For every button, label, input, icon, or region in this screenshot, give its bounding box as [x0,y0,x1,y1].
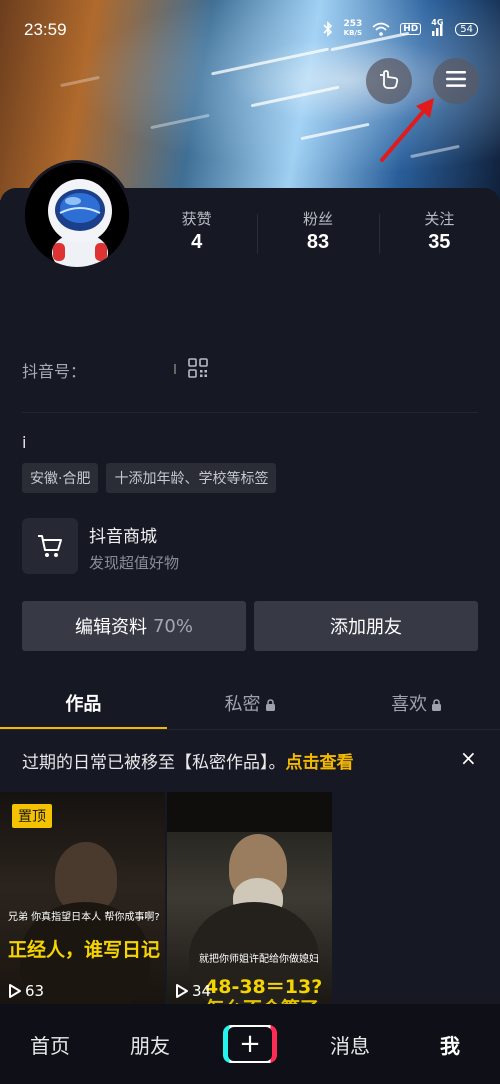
play-icon [176,984,188,998]
add-friend-button[interactable]: 添加朋友 [254,601,478,651]
stat-following[interactable]: 关注 35 [378,208,500,258]
video-caption-big-2: 怎么不会算了 [205,994,319,1004]
mall-subtitle: 发现超值好物 [89,554,180,572]
create-button[interactable]: + [223,1025,277,1063]
section-divider [22,412,478,413]
play-count-value: 63 [25,982,45,1000]
signal-label: 4G [431,18,444,27]
tag-add-info[interactable]: 十添加年龄、学校等标签 [106,463,277,493]
nav-messages[interactable]: 消息 [300,1030,400,1059]
profile-bio: i [22,433,27,452]
video-letterbox [167,792,332,832]
stat-label: 关注 [424,210,455,228]
profile-stats: 获赞 4 粉丝 83 关注 35 [136,208,500,258]
notice-text: 过期的日常已被移至【私密作品】。 [22,753,286,773]
profile-tags: 安徽·合肥 十添加年龄、学校等标签 [22,463,277,493]
video-caption-small: 兄弟 你真指望日本人 帮你成事啊? [8,912,160,923]
avatar[interactable] [22,160,132,270]
close-icon[interactable]: × [460,746,477,770]
net-speed-value: 253 [343,19,363,29]
video-thumbnail[interactable]: 置顶 兄弟 你真指望日本人 帮你成事啊? 正经人，谁写日记 63 [0,792,165,1004]
nav-me[interactable]: 我 [400,1030,500,1059]
nav-friends[interactable]: 朋友 [100,1030,200,1059]
wifi-icon [372,22,390,36]
tab-private[interactable]: 私密 [167,680,334,730]
profile-tabs: 作品 私密 喜欢 [0,680,500,730]
hd-badge: HD [400,23,422,35]
status-bar: 23:59 253 KB/S HD 4G 54 [0,0,500,60]
lock-icon [432,699,442,711]
shopping-cart-icon [22,518,78,574]
douyin-id-label: 抖音号： [22,362,87,381]
stat-value: 35 [428,231,451,253]
douyin-mall-entry[interactable]: 抖音商城 发现超值好物 [22,518,478,574]
bottom-nav: 首页 朋友 + 消息 我 [0,1004,500,1084]
add-friend-label: 添加朋友 [330,617,402,638]
battery-indicator: 54 [455,22,478,36]
stat-label: 粉丝 [302,210,333,228]
video-thumbnail[interactable]: 就把你师姐许配给你做媳妇 48-38＝13? 怎么不会算了 34 [167,792,332,1004]
video-caption-small: 就把你师姐许配给你做媳妇 [199,954,319,965]
red-arrow-annotation [380,98,434,162]
tab-works[interactable]: 作品 [0,680,167,730]
status-time: 23:59 [24,20,67,39]
tab-label: 作品 [65,694,102,715]
play-count: 34 [175,982,211,1000]
nav-create[interactable]: + [200,1025,300,1063]
play-count-value: 34 [192,982,212,1000]
stat-followers[interactable]: 粉丝 83 [257,208,378,258]
net-speed: 253 KB/S [343,20,362,38]
tabs-divider [0,729,500,730]
qr-code-icon[interactable] [188,358,208,378]
signal-icon: 4G [431,18,445,36]
profile-completion: 70% [152,615,193,637]
tag-location[interactable]: 安徽·合肥 [22,463,99,493]
net-speed-unit: KB/S [343,29,363,37]
nav-home[interactable]: 首页 [0,1030,100,1059]
play-count: 63 [8,982,44,1000]
bluetooth-icon [323,21,333,37]
lock-icon [265,699,275,711]
stat-value: 4 [191,231,203,253]
edit-profile-label: 编辑资料 [74,617,147,638]
play-icon [9,984,21,998]
plus-icon: + [228,1027,272,1061]
tab-label: 私密 [224,694,261,715]
tab-likes[interactable]: 喜欢 [333,680,500,730]
notice-link[interactable]: 点击查看 [286,753,354,773]
edit-profile-button[interactable]: 编辑资料 70% [22,601,246,651]
tab-label: 喜欢 [391,694,428,715]
stat-value: 83 [306,231,330,253]
mall-title: 抖音商城 [89,527,157,547]
stat-likes[interactable]: 获赞 4 [136,208,257,258]
pinned-badge: 置顶 [12,804,52,828]
id-separator [174,364,176,374]
private-notice: 过期的日常已被移至【私密作品】。点击查看 [22,748,354,773]
video-caption-big: 正经人，谁写日记 [8,939,161,961]
stat-label: 获赞 [181,210,212,228]
status-icons: 253 KB/S HD 4G 54 [323,18,478,38]
hamburger-menu-icon [445,70,467,92]
